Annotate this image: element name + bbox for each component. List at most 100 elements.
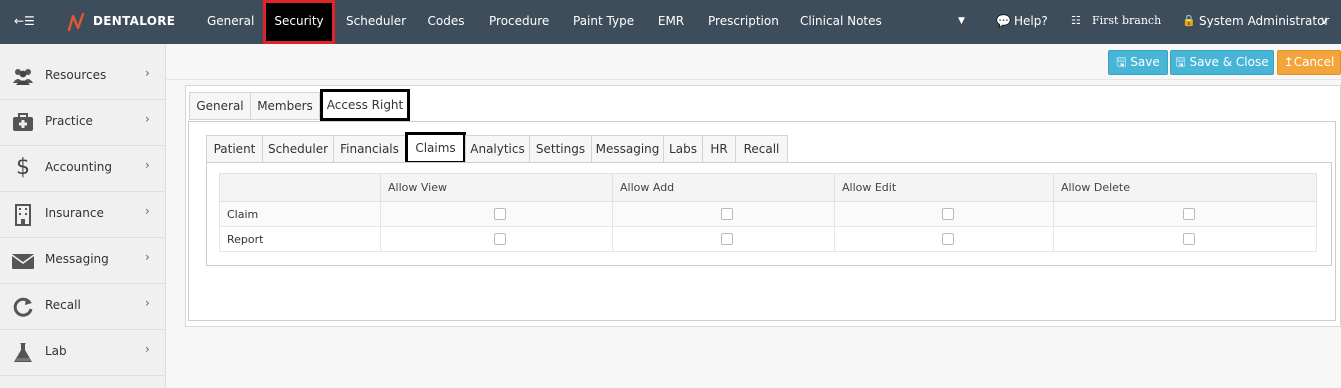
access-right-panel: Patient Scheduler Financials Claims Anal…: [188, 121, 1336, 321]
branch-icon: ☷: [1071, 14, 1081, 27]
save-button-label: Save: [1130, 55, 1160, 69]
more-dropdown-icon[interactable]: ▼: [958, 0, 965, 44]
sidebar-item-label: Insurance: [45, 206, 104, 220]
save-close-button-label: Save & Close: [1189, 55, 1269, 69]
sidebar-item-label: Practice: [45, 114, 93, 128]
nav-emr[interactable]: EMR: [656, 0, 686, 44]
table-row: Claim: [219, 201, 1317, 227]
sidebar-item-label: Messaging: [45, 252, 109, 266]
allow-add-cell: [612, 201, 835, 227]
chevron-right-icon: ›: [145, 66, 150, 80]
chevron-right-icon: ›: [145, 342, 150, 356]
nav-general[interactable]: General: [207, 0, 254, 44]
nav-security[interactable]: Security: [269, 0, 329, 44]
tab-members[interactable]: Members: [250, 92, 320, 120]
allow-add-cell: [612, 226, 835, 252]
allow-add-checkbox[interactable]: [721, 233, 733, 245]
main-content: 🖫 Save 🖫 Save & Close ↥Cancel General Me…: [166, 44, 1341, 388]
sidebar-item-label: Lab: [45, 344, 67, 358]
floppy-icon: 🖫: [1116, 55, 1127, 69]
floppy-icon: 🖫: [1175, 55, 1186, 69]
envelope-icon: [11, 249, 35, 273]
medical-kit-icon: [11, 111, 35, 135]
allow-view-checkbox[interactable]: [494, 233, 506, 245]
allow-edit-cell: [834, 201, 1054, 227]
allow-delete-cell: [1053, 226, 1317, 252]
sidebar-item-label: Accounting: [45, 160, 113, 174]
cancel-arrow-icon: ↥: [1283, 55, 1294, 69]
column-header-allow-view: Allow View: [380, 173, 613, 202]
nav-clinical-notes[interactable]: Clinical Notes: [800, 0, 882, 44]
user-chevron-down-icon[interactable]: ∨: [1320, 0, 1328, 44]
sidebar-item-accounting[interactable]: $ Accounting ›: [0, 146, 166, 192]
security-panel: General Members Access Right Patient Sch…: [185, 85, 1341, 327]
chevron-right-icon: ›: [145, 112, 150, 126]
branch-selector[interactable]: First branch: [1092, 0, 1161, 44]
tab-financials[interactable]: Financials: [333, 135, 406, 163]
column-header-allow-delete: Allow Delete: [1053, 173, 1317, 202]
sidebar-item-insurance[interactable]: Insurance ›: [0, 192, 166, 238]
sidebar-item-label: Resources: [45, 68, 107, 82]
allow-add-checkbox[interactable]: [721, 208, 733, 220]
save-close-button[interactable]: 🖫 Save & Close: [1170, 50, 1274, 75]
allow-edit-checkbox[interactable]: [941, 208, 954, 220]
lock-icon: 🔒: [1182, 14, 1196, 27]
column-header-allow-add: Allow Add: [612, 173, 835, 202]
flask-icon: [11, 341, 35, 365]
refresh-icon: [11, 295, 35, 319]
allow-edit-cell: [834, 226, 1054, 252]
cancel-button[interactable]: ↥Cancel: [1277, 50, 1341, 75]
allow-delete-checkbox[interactable]: [1182, 208, 1195, 220]
sidebar-item-label: Recall: [45, 298, 81, 312]
sidebar-item-practice[interactable]: Practice ›: [0, 100, 166, 146]
tab-recall[interactable]: Recall: [735, 135, 788, 163]
building-icon: [11, 203, 35, 227]
chevron-right-icon: ›: [145, 296, 150, 310]
table-header-row: Allow View Allow Add Allow Edit Allow De…: [219, 173, 1317, 202]
row-label: Report: [219, 226, 381, 252]
tab-hr[interactable]: HR: [702, 135, 736, 163]
allow-view-checkbox[interactable]: [494, 208, 506, 220]
nav-paint-type[interactable]: Paint Type: [573, 0, 634, 44]
tab-patient[interactable]: Patient: [206, 135, 263, 163]
top-navbar: ←☰ DENTALORE General Security Scheduler …: [0, 0, 1341, 44]
tab-messaging[interactable]: Messaging: [591, 135, 664, 163]
tab-labs[interactable]: Labs: [663, 135, 703, 163]
help-link[interactable]: Help?: [1014, 0, 1048, 44]
column-header: [219, 173, 381, 202]
chevron-right-icon: ›: [145, 158, 150, 172]
save-button[interactable]: 🖫 Save: [1108, 50, 1168, 75]
claims-permissions-panel: Allow View Allow Add Allow Edit Allow De…: [206, 162, 1332, 266]
sidebar-item-messaging[interactable]: Messaging ›: [0, 238, 166, 284]
permissions-table: Allow View Allow Add Allow Edit Allow De…: [219, 173, 1317, 252]
allow-delete-checkbox[interactable]: [1182, 233, 1195, 245]
allow-edit-checkbox[interactable]: [941, 233, 954, 245]
tab-scheduler[interactable]: Scheduler: [262, 135, 334, 163]
nav-codes[interactable]: Codes: [427, 0, 465, 44]
user-menu[interactable]: System Administrator: [1199, 0, 1329, 44]
help-icon[interactable]: 💬: [996, 0, 1011, 44]
chevron-right-icon: ›: [145, 250, 150, 264]
tab-analytics[interactable]: Analytics: [465, 135, 530, 163]
tab-claims[interactable]: Claims: [405, 132, 466, 164]
allow-delete-cell: [1053, 201, 1317, 227]
app-logo-text: DENTALORE: [93, 14, 176, 28]
sidebar: Resources › Practice › $ Accounting › In…: [0, 44, 166, 388]
allow-view-cell: [380, 201, 613, 227]
sidebar-toggle-icon[interactable]: ←☰: [14, 0, 35, 44]
users-icon: [11, 65, 35, 89]
cancel-button-label: Cancel: [1293, 55, 1335, 69]
tab-general[interactable]: General: [189, 92, 251, 120]
sidebar-item-resources[interactable]: Resources ›: [0, 54, 166, 100]
nav-prescription[interactable]: Prescription: [708, 0, 779, 44]
tab-settings[interactable]: Settings: [529, 135, 592, 163]
allow-view-cell: [380, 226, 613, 252]
tab-access-right[interactable]: Access Right: [320, 89, 410, 121]
sidebar-item-lab[interactable]: Lab ›: [0, 330, 166, 376]
action-toolbar: 🖫 Save 🖫 Save & Close ↥Cancel: [166, 44, 1341, 80]
nav-procedure[interactable]: Procedure: [489, 0, 549, 44]
dollar-icon: $: [16, 155, 30, 180]
nav-scheduler[interactable]: Scheduler: [346, 0, 406, 44]
sidebar-item-recall[interactable]: Recall ›: [0, 284, 166, 330]
row-label: Claim: [219, 201, 381, 227]
